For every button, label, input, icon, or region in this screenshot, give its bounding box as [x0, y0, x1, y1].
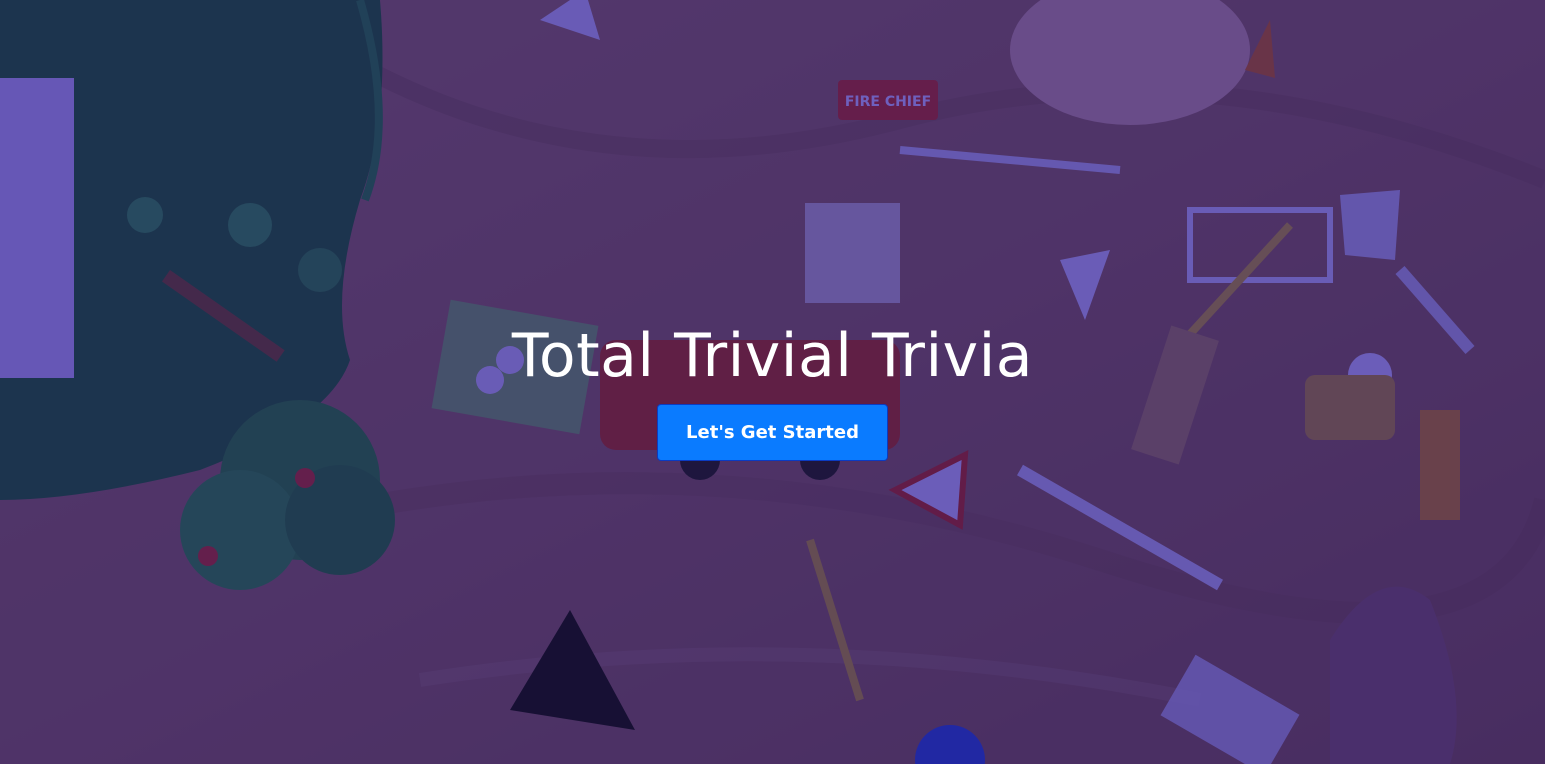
get-started-button[interactable]: Let's Get Started: [657, 404, 888, 461]
hero-content: Total Trivial Trivia Let's Get Started: [0, 318, 1545, 461]
page-title: Total Trivial Trivia: [511, 321, 1034, 391]
hero-section: FIRE CHIEF: [0, 0, 1545, 764]
